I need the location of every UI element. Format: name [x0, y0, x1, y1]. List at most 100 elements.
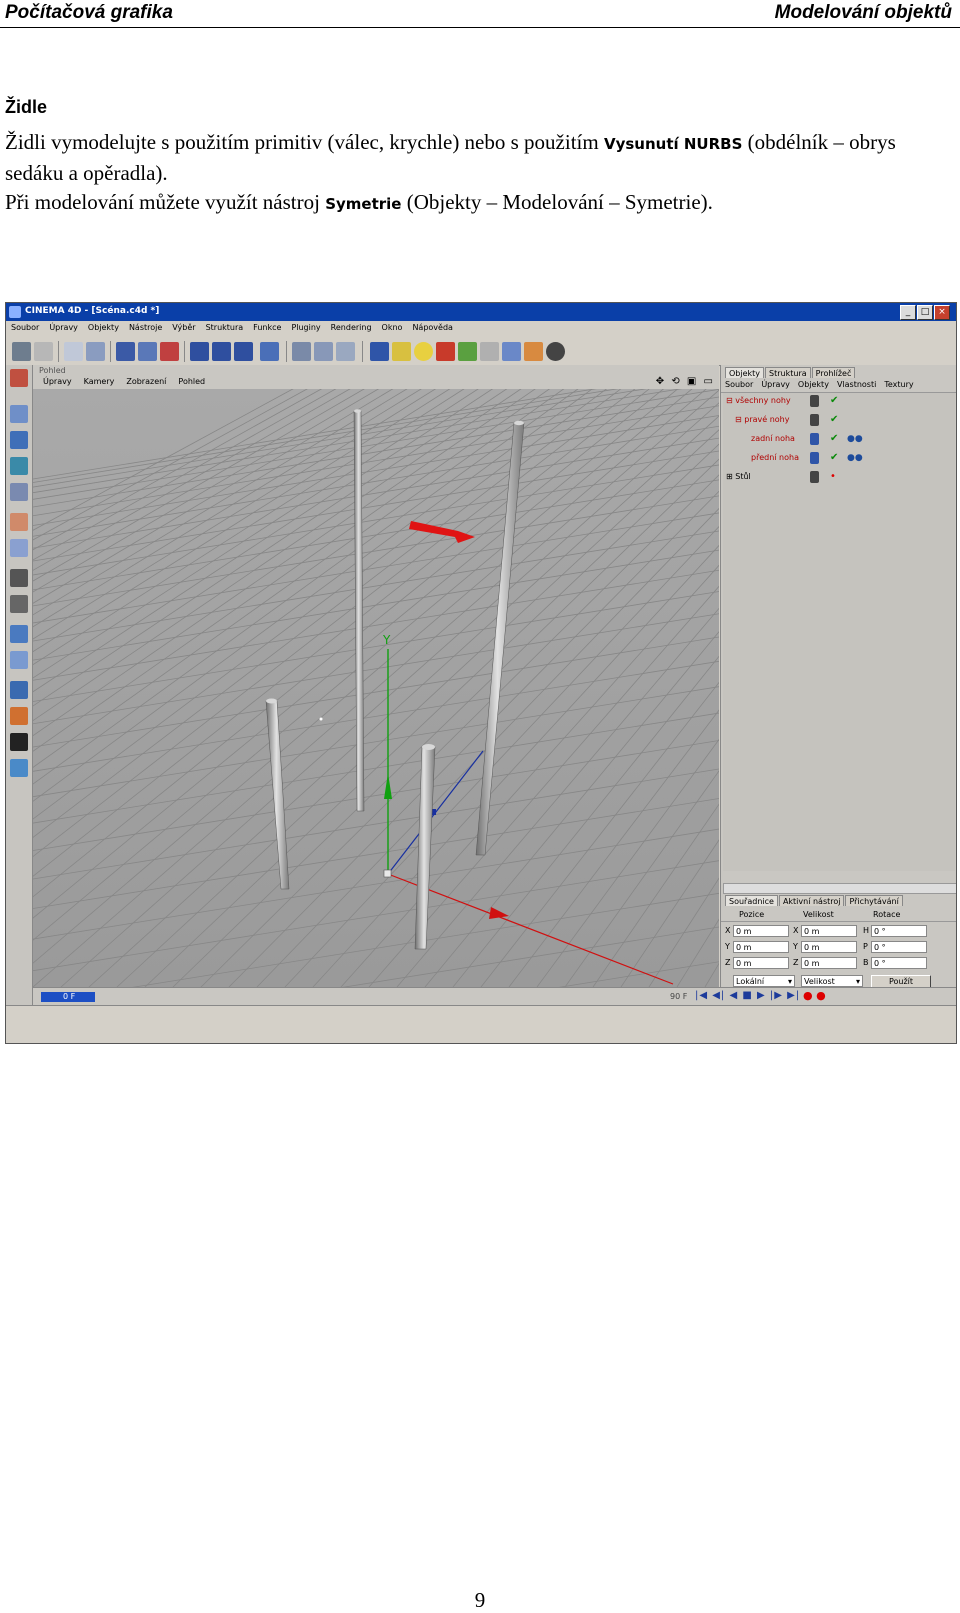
om-menu-upravy[interactable]: Úpravy: [757, 380, 794, 389]
current-frame-indicator[interactable]: 0 F: [41, 992, 95, 1002]
viewport-menu-kamery[interactable]: Kamery: [78, 377, 121, 386]
menu-nastroje[interactable]: Nástroje: [124, 321, 167, 332]
viewport-menu-zobrazeni[interactable]: Zobrazení: [120, 377, 172, 386]
circle-icon[interactable]: [414, 342, 433, 361]
tab-objekty[interactable]: Objekty: [725, 367, 765, 378]
material-icon[interactable]: [524, 342, 543, 361]
soft-selection-icon[interactable]: [10, 759, 28, 777]
list-item[interactable]: ⊟ pravé nohy ✔: [723, 412, 955, 429]
om-menu-soubor[interactable]: Soubor: [721, 380, 757, 389]
light-icon[interactable]: [502, 342, 521, 361]
menu-okno[interactable]: Okno: [377, 321, 408, 332]
list-item[interactable]: přední noha ✔ ●●: [723, 450, 955, 467]
use-axis-icon[interactable]: [10, 457, 28, 475]
enabled-check-icon[interactable]: ✔: [830, 414, 838, 425]
menu-rendering[interactable]: Rendering: [326, 321, 377, 332]
rotation-b-field[interactable]: 0 °: [871, 957, 927, 969]
p2-text-a: Při modelování můžete využít nástroj: [5, 190, 326, 214]
keyframe-icon[interactable]: [10, 733, 28, 751]
enabled-check-icon[interactable]: ✔: [830, 433, 838, 444]
tweak-mode-icon[interactable]: [10, 651, 28, 669]
undo-icon[interactable]: [12, 342, 31, 361]
spline-icon[interactable]: [392, 342, 411, 361]
checker-icon[interactable]: [10, 569, 28, 587]
maximize-button[interactable]: □: [917, 305, 933, 320]
playback-controls[interactable]: |◀ ◀| ◀ ■ ▶ |▶ ▶|: [695, 990, 800, 1001]
viewport-nav-icons[interactable]: ✥ ⟲ ▣ ▭: [656, 376, 715, 387]
cube-icon[interactable]: [370, 342, 389, 361]
camera-icon[interactable]: [546, 342, 565, 361]
menu-funkce[interactable]: Funkce: [248, 321, 286, 332]
column-rotace: Rotace: [873, 910, 901, 919]
menu-napoveda[interactable]: Nápověda: [407, 321, 458, 332]
use-model-icon[interactable]: [10, 369, 28, 387]
enabled-check-icon[interactable]: ✔: [830, 452, 838, 463]
disabled-dot-icon[interactable]: •: [830, 471, 836, 482]
use-texture-icon[interactable]: [10, 431, 28, 449]
nurbs-icon[interactable]: [436, 342, 455, 361]
size-x-field[interactable]: 0 m: [801, 925, 857, 937]
om-menu-textury[interactable]: Textury: [880, 380, 917, 389]
list-item[interactable]: ⊞ Stůl •: [723, 469, 955, 486]
window-title: CINEMA 4D - [Scéna.c4d *]: [25, 306, 160, 316]
menu-struktura[interactable]: Struktura: [201, 321, 249, 332]
menu-pluginy[interactable]: Pluginy: [286, 321, 325, 332]
polygons-mode-icon[interactable]: [10, 625, 28, 643]
tab-souradnice[interactable]: Souřadnice: [725, 895, 778, 906]
om-menu-objekty[interactable]: Objekty: [794, 380, 833, 389]
size-z-field[interactable]: 0 m: [801, 957, 857, 969]
render-settings-icon[interactable]: [336, 342, 355, 361]
list-item[interactable]: zadní noha ✔ ●●: [723, 431, 955, 448]
menu-objekty[interactable]: Objekty: [83, 321, 124, 332]
menu-soubor[interactable]: Soubor: [6, 321, 44, 332]
magnify-icon[interactable]: [86, 342, 105, 361]
z-axis-icon[interactable]: [234, 342, 253, 361]
coordinate-mode-select[interactable]: Lokální: [733, 975, 795, 988]
edges-mode-icon[interactable]: [10, 539, 28, 557]
select-icon[interactable]: [64, 342, 83, 361]
move-icon[interactable]: [116, 342, 135, 361]
rotate-icon[interactable]: [160, 342, 179, 361]
rotation-p-field[interactable]: 0 °: [871, 941, 927, 953]
size-y-field[interactable]: 0 m: [801, 941, 857, 953]
axis-gizmo-icon[interactable]: [10, 483, 28, 501]
use-object-icon[interactable]: [10, 405, 28, 423]
menu-upravy[interactable]: Úpravy: [44, 321, 83, 332]
enabled-check-icon[interactable]: ✔: [830, 395, 838, 406]
position-y-field[interactable]: 0 m: [733, 941, 789, 953]
animation-icon[interactable]: [10, 707, 28, 725]
render-picture-icon[interactable]: [314, 342, 333, 361]
close-button[interactable]: ×: [934, 305, 950, 320]
tab-aktivni-nastroj[interactable]: Aktivní nástroj: [778, 895, 845, 906]
scale-mode-select[interactable]: Velikost: [801, 975, 863, 988]
list-item[interactable]: ⊟ všechny nohy ✔: [723, 393, 955, 410]
tags-icon[interactable]: ●●: [847, 453, 863, 463]
viewport-menu-pohled[interactable]: Pohled: [172, 377, 211, 386]
menu-vyber[interactable]: Výběr: [167, 321, 200, 332]
y-axis-icon[interactable]: [212, 342, 231, 361]
minimize-button[interactable]: _: [900, 305, 916, 320]
tab-struktura[interactable]: Struktura: [765, 367, 811, 378]
om-menu-vlastnosti[interactable]: Vlastnosti: [833, 380, 880, 389]
3d-viewport[interactable]: Y: [33, 389, 719, 987]
object-list-scrollbar[interactable]: [723, 883, 956, 894]
record-buttons[interactable]: ● ●: [803, 989, 826, 1002]
scene-icon[interactable]: [480, 342, 499, 361]
coordinate-system-icon[interactable]: [260, 342, 279, 361]
position-x-field[interactable]: 0 m: [733, 925, 789, 937]
points-mode-icon[interactable]: [10, 513, 28, 531]
tab-prichytavani[interactable]: Přichytávání: [845, 895, 903, 906]
tab-prohlizec[interactable]: Prohlížeč: [811, 367, 856, 378]
redo-icon[interactable]: [34, 342, 53, 361]
p1-text-a: Židli vymodelujte s použitím primitiv (v…: [5, 130, 604, 154]
x-axis-icon[interactable]: [190, 342, 209, 361]
scale-icon[interactable]: [138, 342, 157, 361]
checker-alt-icon[interactable]: [10, 595, 28, 613]
snap-icon[interactable]: [10, 681, 28, 699]
render-view-icon[interactable]: [292, 342, 311, 361]
tags-icon[interactable]: ●●: [847, 434, 863, 444]
rotation-h-field[interactable]: 0 °: [871, 925, 927, 937]
viewport-menu-upravy[interactable]: Úpravy: [37, 377, 78, 386]
position-z-field[interactable]: 0 m: [733, 957, 789, 969]
deformer-icon[interactable]: [458, 342, 477, 361]
